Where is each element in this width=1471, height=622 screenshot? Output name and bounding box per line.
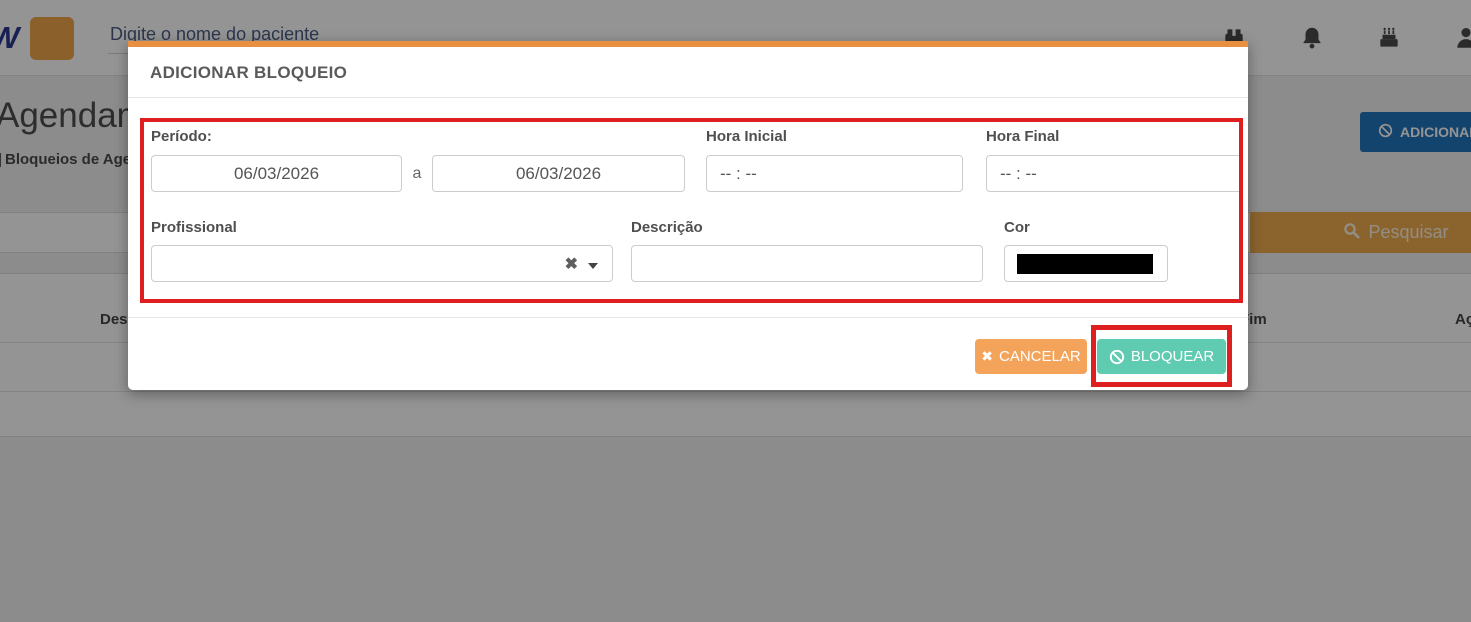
- description-label: Descrição: [631, 219, 703, 236]
- cancel-button[interactable]: ✖ CANCELAR: [975, 339, 1087, 374]
- modal-header: ADICIONAR BLOQUEIO: [128, 47, 1248, 98]
- app-window: W Agendamento Bloqueios de Agenda: [0, 0, 1471, 622]
- end-time-label: Hora Final: [986, 128, 1059, 145]
- chevron-down-icon: [588, 263, 598, 269]
- x-icon: ✖: [981, 348, 993, 365]
- professional-select[interactable]: ✖: [151, 245, 613, 282]
- modal-title: ADICIONAR BLOQUEIO: [150, 63, 347, 83]
- block-button[interactable]: BLOQUEAR: [1097, 339, 1226, 374]
- period-separator: a: [402, 155, 432, 192]
- ban-icon: [1109, 349, 1125, 365]
- color-label: Cor: [1004, 219, 1030, 236]
- end-time-input[interactable]: [986, 155, 1243, 192]
- color-swatch: [1017, 254, 1153, 274]
- color-picker-input[interactable]: [1004, 245, 1168, 282]
- add-block-modal: ADICIONAR BLOQUEIO Período: a Hora Inici…: [128, 41, 1248, 390]
- block-button-label: BLOQUEAR: [1131, 348, 1214, 365]
- modal-footer-divider: [128, 317, 1248, 318]
- period-start-input[interactable]: [151, 155, 402, 192]
- clear-icon[interactable]: ✖: [565, 254, 578, 274]
- period-label: Período:: [151, 128, 212, 145]
- description-input[interactable]: [631, 245, 983, 282]
- cancel-button-label: CANCELAR: [999, 348, 1081, 365]
- professional-label: Profissional: [151, 219, 237, 236]
- start-time-input[interactable]: [706, 155, 963, 192]
- start-time-label: Hora Inicial: [706, 128, 787, 145]
- period-end-input[interactable]: [432, 155, 685, 192]
